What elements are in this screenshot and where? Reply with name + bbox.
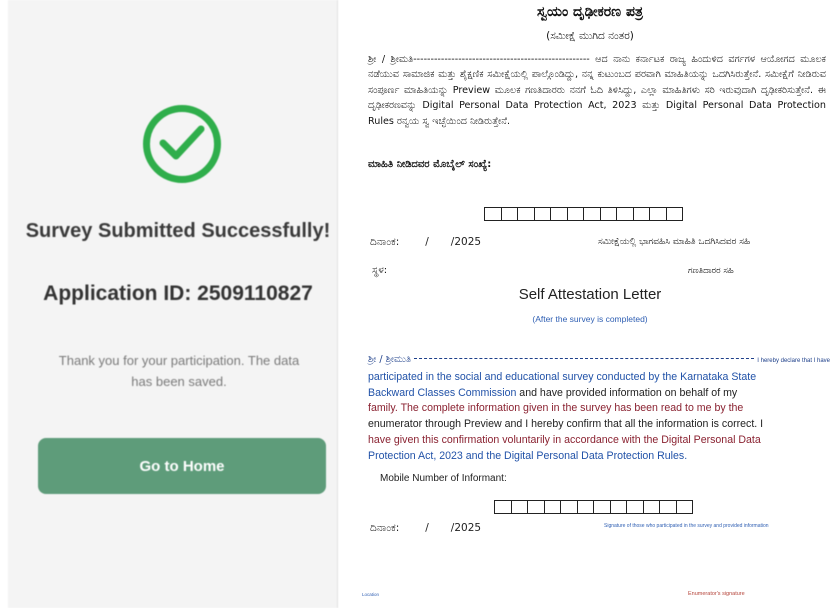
- english-date-row: ದಿನಾಂಕ: / /2025: [370, 522, 481, 535]
- digit-box: [494, 500, 512, 514]
- thanks-message: Thank you for your participation. The da…: [58, 353, 300, 389]
- digit-box: [583, 207, 601, 221]
- application-id: Application ID: 2509110827: [43, 282, 313, 305]
- digit-box: [609, 500, 627, 514]
- mobile-number-boxes: [494, 500, 693, 514]
- declaration-line: participated in the social and education…: [368, 370, 757, 383]
- kannada-subtitle: (ಸಮೀಕ್ಷೆ ಮುಗಿದ ನಂತರ): [546, 30, 634, 42]
- english-participant-signature: Signature of those who participated in t…: [604, 523, 769, 529]
- date-year: /2025: [450, 522, 482, 534]
- survey-success-screen: Survey Submitted Successfully! Applicati…: [8, 0, 338, 608]
- date-year: /2025: [450, 236, 482, 248]
- kannada-title: ಸ್ವಯಂ ದೃಢೀಕರಣ ಪತ್ರ: [537, 4, 643, 20]
- digit-box: [533, 207, 551, 221]
- footer-enumerator-signature: Enumerator's signature: [688, 591, 745, 597]
- digit-box: [543, 500, 561, 514]
- digit-box: [593, 500, 611, 514]
- digit-box: [642, 500, 660, 514]
- digit-box: [527, 500, 545, 514]
- digit-box: [675, 500, 693, 514]
- digit-box: [566, 207, 584, 221]
- declaration-line: Backward Classes Commission and have pro…: [368, 386, 830, 402]
- kannada-participant-signature: ಸಮೀಕ್ಷೆಯಲ್ಲಿ ಭಾಗವಹಿಸಿ ಮಾಹಿತಿ ಒದಗಿಸಿದವರ ಸ…: [598, 237, 751, 247]
- digit-box: [626, 500, 644, 514]
- kannada-date-row: ದಿನಾಂಕ: / /2025: [370, 236, 481, 249]
- date-label: ದಿನಾಂಕ:: [370, 522, 400, 534]
- english-subtitle: (After the survey is completed): [532, 314, 648, 324]
- date-label: ದಿನಾಂಕ:: [370, 236, 400, 248]
- declaration-line: family. The complete information given i…: [368, 402, 744, 415]
- commission-name: Backward Classes Commission: [368, 386, 517, 399]
- attestation-document: ಸ್ವಯಂ ದೃಢೀಕರಣ ಪತ್ರ (ಸಮೀಕ್ಷೆ ಮುಗಿದ ನಂತರ) …: [350, 0, 830, 608]
- declaration-line: enumerator through Preview and I hereby …: [368, 418, 764, 431]
- declaration-line: ಶ್ರೀ / ಶ್ರೀಮುತಿ I hereby declare that I …: [368, 352, 830, 370]
- date-slash: /: [425, 236, 429, 248]
- name-blank: [414, 358, 755, 359]
- kannada-mobile-label: ಮಾಹಿತಿ ನೀಡಿದವರ ಮೊಬೈಲ್ ಸಂಖ್ಯೆ:: [368, 159, 492, 170]
- digit-box: [500, 207, 518, 221]
- declaration-line: Protection Act, 2023 and the Digital Per…: [368, 449, 688, 462]
- digit-box: [665, 207, 683, 221]
- digit-box: [599, 207, 617, 221]
- digit-box: [649, 207, 667, 221]
- digit-box: [560, 500, 578, 514]
- digit-box: [510, 500, 528, 514]
- english-title: Self Attestation Letter: [518, 286, 662, 303]
- english-declaration: ಶ್ರೀ / ಶ್ರೀಮುತಿ I hereby declare that I …: [368, 352, 830, 465]
- declaration-start: I hereby declare that I have: [757, 358, 830, 364]
- declaration-text: and have provided information on behalf …: [516, 386, 738, 399]
- english-mobile-label: Mobile Number of Informant:: [380, 473, 507, 484]
- digit-box: [550, 207, 568, 221]
- digit-box: [659, 500, 677, 514]
- digit-box: [517, 207, 535, 221]
- kannada-enumerator-signature: ಗಣತಿದಾರರ ಸಹಿ: [688, 266, 734, 276]
- mobile-number-boxes: [484, 207, 683, 221]
- digit-box: [484, 207, 502, 221]
- go-to-home-button[interactable]: Go to Home: [38, 438, 326, 494]
- date-slash: /: [425, 522, 429, 534]
- checkmark-icon: [159, 125, 205, 160]
- footer-location: Location: [362, 592, 380, 597]
- digit-box: [616, 207, 634, 221]
- kannada-declaration: ಶ್ರೀ / ಶ್ರೀಮತಿ--------------------------…: [368, 54, 826, 127]
- name-prefix: ಶ್ರೀ / ಶ್ರೀಮುತಿ: [368, 354, 412, 365]
- check-circle-icon: [143, 105, 221, 183]
- digit-box: [632, 207, 650, 221]
- success-title: Survey Submitted Successfully!: [25, 220, 331, 242]
- declaration-line: have given this confirmation voluntarily…: [368, 433, 761, 446]
- digit-box: [576, 500, 594, 514]
- kannada-place-label: ಸ್ಥಳ:: [372, 265, 388, 276]
